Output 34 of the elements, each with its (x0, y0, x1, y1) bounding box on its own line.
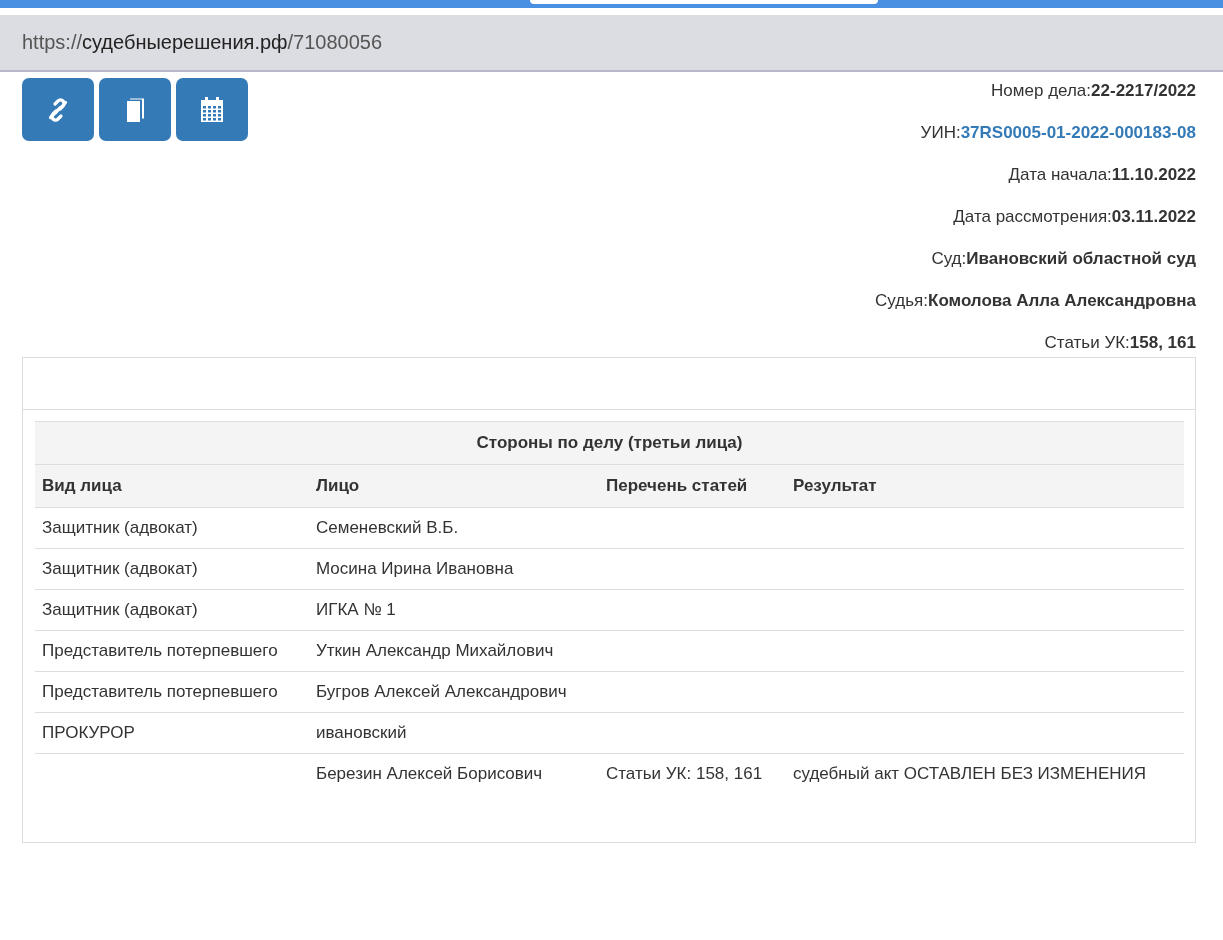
table-cell: Защитник (адвокат) (42, 518, 198, 537)
chain-link-icon (46, 97, 70, 122)
link-button[interactable] (22, 78, 94, 141)
table-title: Стороны по делу (третьи лица) (35, 421, 1184, 465)
table-cell: ИГКА № 1 (316, 600, 396, 619)
case-info-line: Номер дела:22-2217/2022 (990, 80, 1196, 102)
column-header: Перечень статей (599, 464, 786, 508)
table-cell: Представитель потерпевшего (42, 641, 278, 660)
column-header: Лицо (309, 464, 599, 508)
table-cell: судебный акт ОСТАВЛЕН БЕЗ ИЗМЕНЕНИЯ (793, 764, 1146, 783)
table-cell: Статьи УК: 158, 161 (606, 764, 763, 783)
table-cell: Бугров Алексей Александрович (316, 682, 567, 701)
table-cell: Уткин Александр Михайлович (316, 641, 554, 660)
column-header: Вид лица (35, 464, 309, 508)
case-info-line: УИН:37RS0005-01-2022-000183-08 (919, 122, 1196, 144)
case-info-line: Статьи УК:158, 161 (1043, 332, 1196, 354)
case-info-line: Суд:Ивановский областной суд (930, 248, 1196, 270)
calendar-icon (200, 96, 224, 123)
case-info-line: Дата начала:11.10.2022 (1007, 164, 1196, 186)
table-cell: Представитель потерпевшего (42, 682, 278, 701)
case-info-line: Судья:Комолова Алла Александровна (875, 290, 1196, 312)
table-cell: Защитник (адвокат) (42, 559, 198, 578)
table-cell: Мосина Ирина Ивановна (316, 559, 514, 578)
url-text: https://судебныерешения.рф/71080056 (22, 31, 383, 54)
table-cell: Березин Алексей Борисович (316, 764, 543, 783)
table-cell: Защитник (адвокат) (42, 600, 198, 619)
calendar-button[interactable] (176, 78, 248, 141)
table-cell: ивановский (316, 723, 407, 742)
column-header: Результат (786, 464, 1184, 508)
book-button[interactable] (99, 78, 171, 141)
case-info-line: Дата рассмотрения:03.11.2022 (952, 206, 1196, 228)
address-bar[interactable]: https://судебныерешения.рф/71080056 (0, 15, 1223, 72)
table-cell: Семеневский В.Б. (316, 518, 459, 537)
table-cell: ПРОКУРОР (42, 723, 135, 742)
